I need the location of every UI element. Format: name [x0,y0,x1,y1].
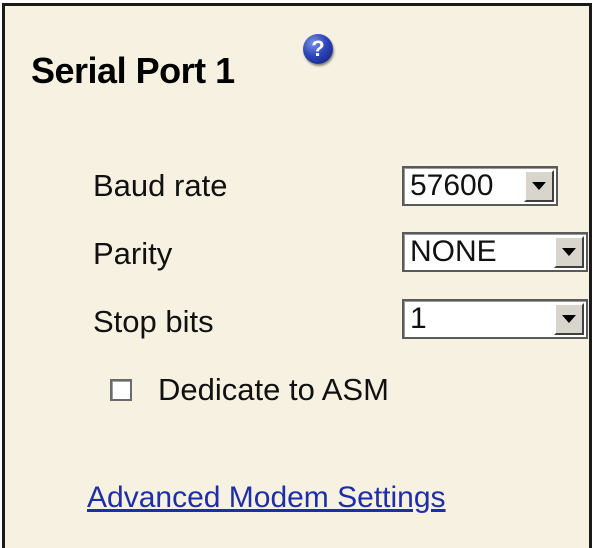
baud-rate-value: 57600 [410,169,494,202]
baud-rate-select[interactable]: 57600 [402,166,558,206]
help-icon[interactable]: ? [303,34,333,64]
advanced-modem-settings-link[interactable]: Advanced Modem Settings [87,481,446,515]
chevron-down-icon[interactable] [554,303,584,335]
stop-bits-select[interactable]: 1 [402,299,588,339]
panel-title: Serial Port 1 [31,50,235,91]
dedicate-to-asm-label: Dedicate to ASM [158,372,389,407]
dedicate-to-asm-checkbox[interactable] [110,379,132,401]
chevron-down-icon[interactable] [524,170,554,202]
stop-bits-value: 1 [410,302,427,335]
serial-port-panel: Serial Port 1 ? Baud rate 57600 Parity N… [2,3,592,548]
parity-select[interactable]: NONE [402,232,588,272]
baud-rate-label: Baud rate [93,168,228,203]
stop-bits-label: Stop bits [93,304,214,339]
chevron-down-icon[interactable] [554,236,584,268]
parity-label: Parity [93,236,173,271]
parity-value: NONE [410,235,497,268]
